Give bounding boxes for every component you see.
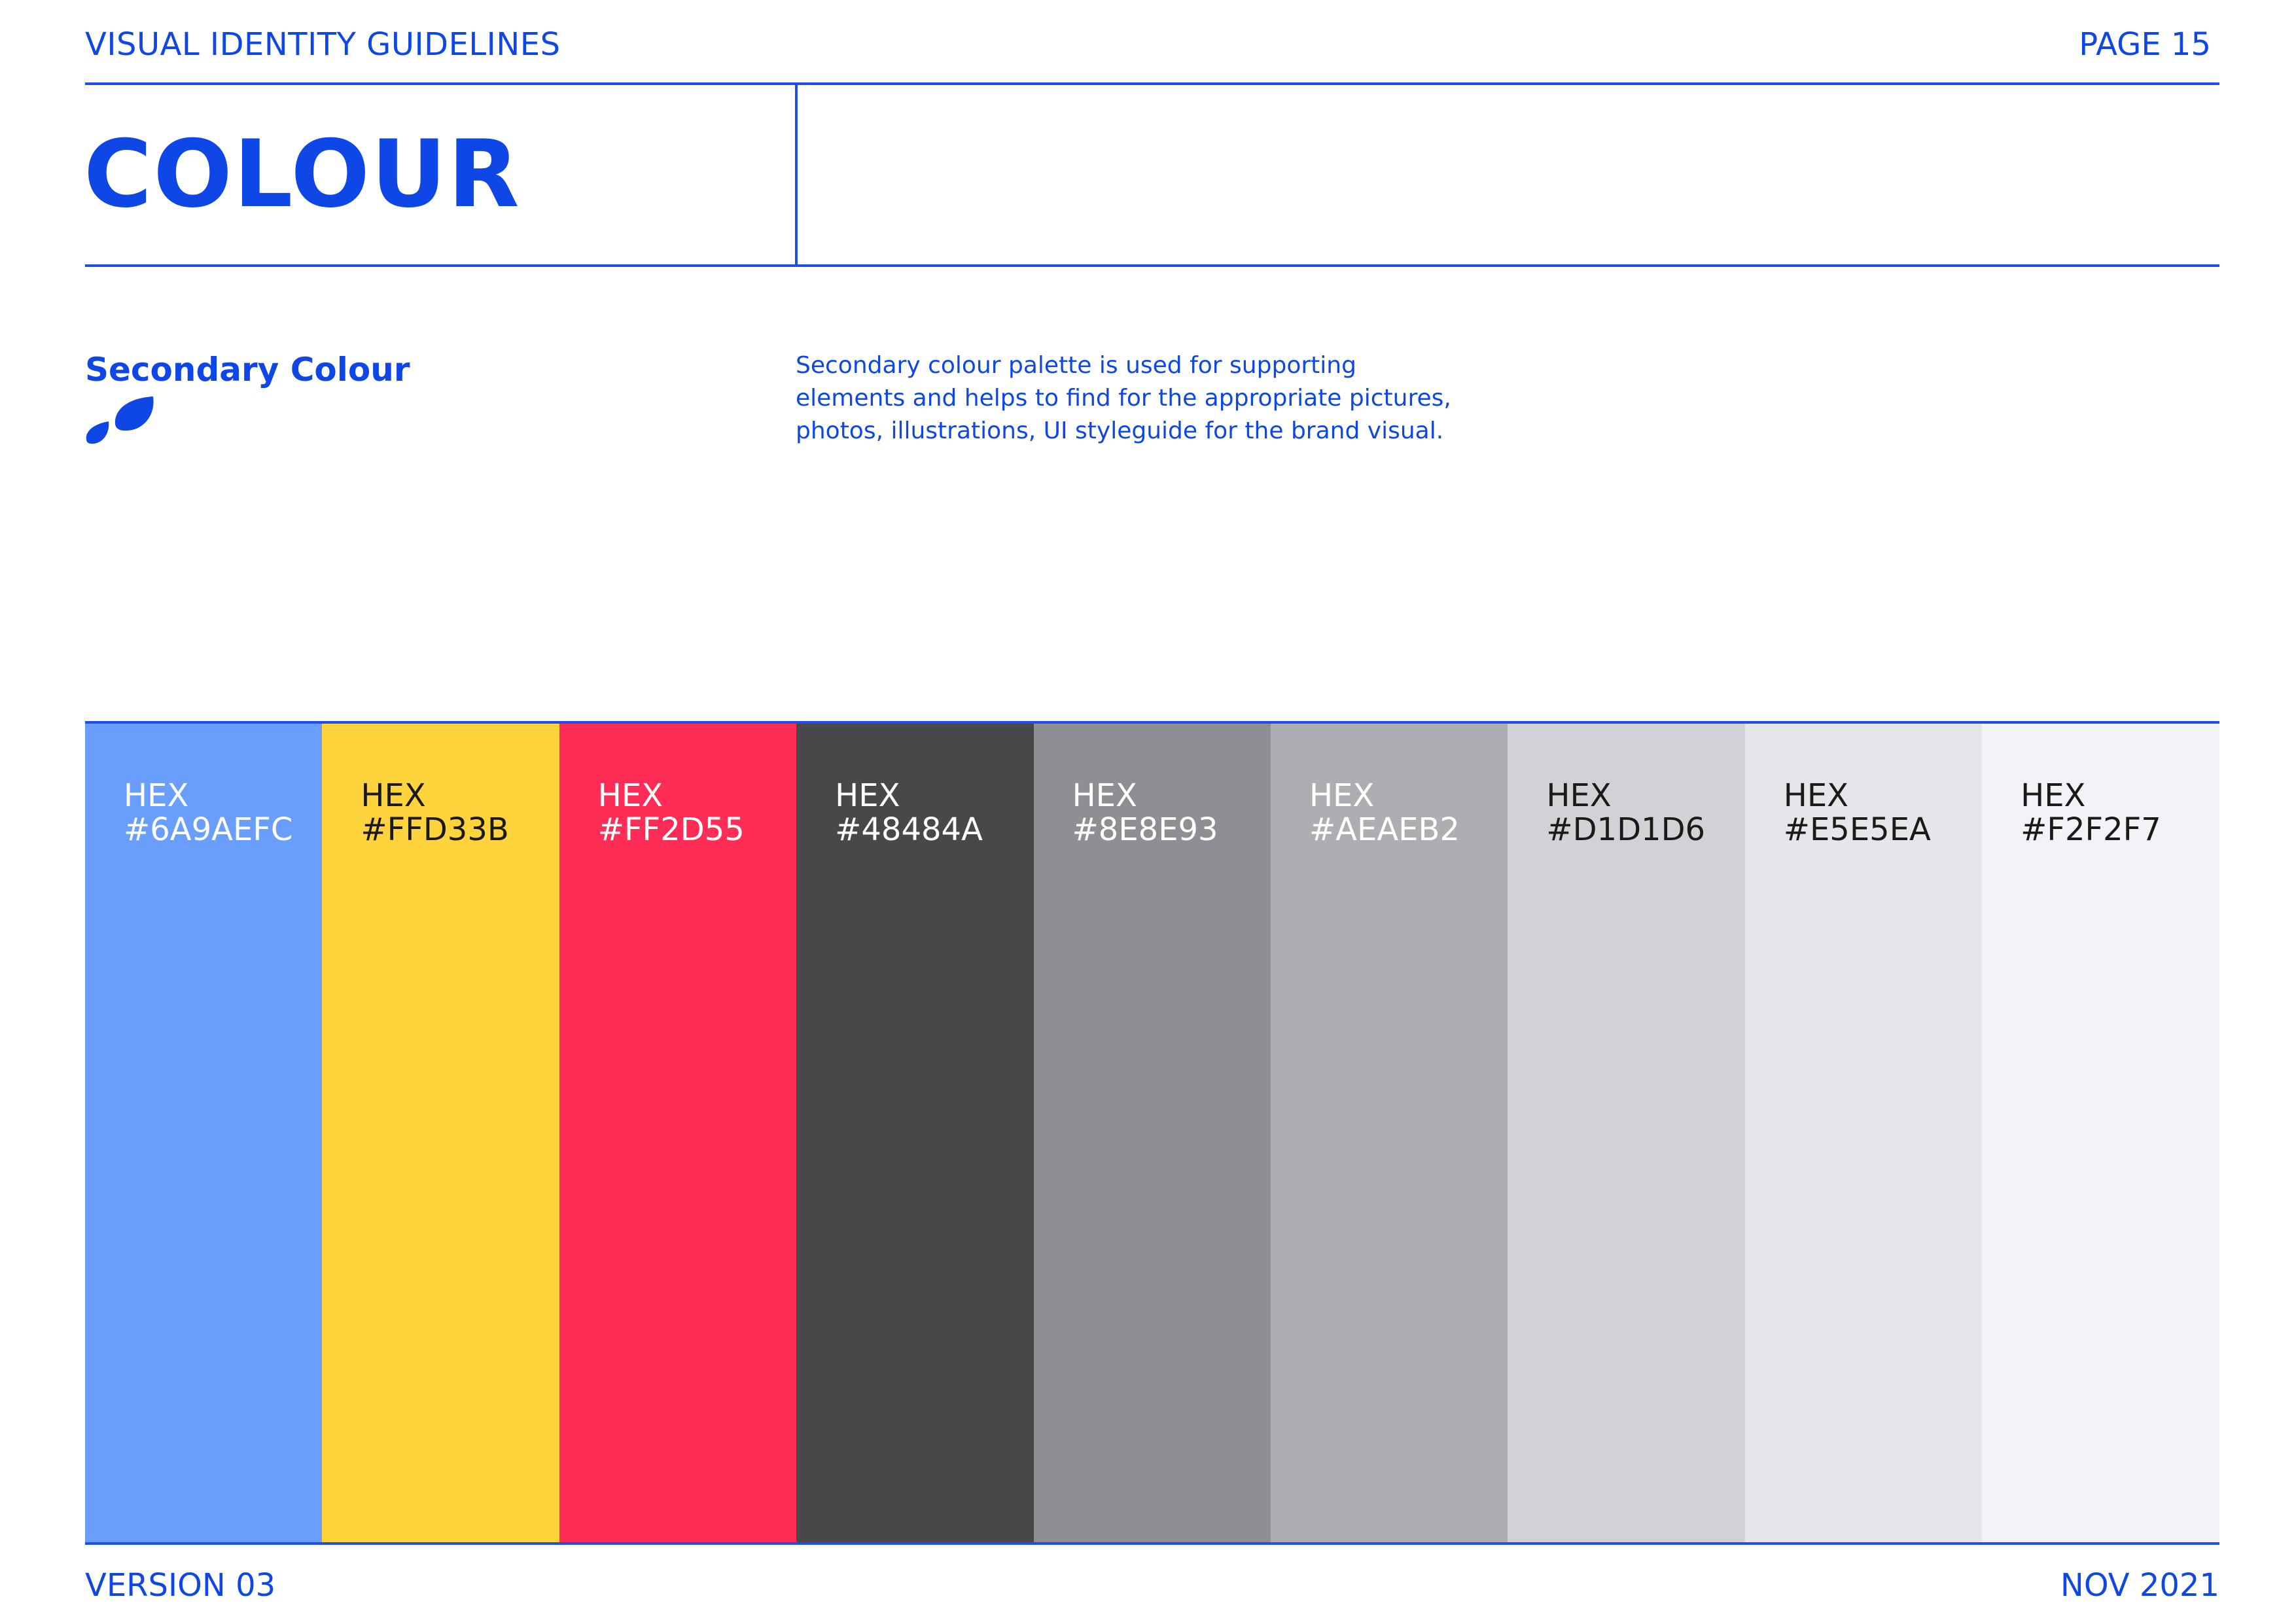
swatch-label: HEX #F2F2F7 [2021,779,2161,847]
swatch-label: HEX #FFD33B [361,779,508,847]
swatch-hex: #6A9AEFC [124,811,293,848]
swatch-label: HEX #FF2D55 [598,779,745,847]
swatch-label: HEX #AEAEB2 [1309,779,1460,847]
date-label: NOV 2021 [2060,1567,2219,1604]
swatch-format: HEX [835,777,900,814]
swatch-label: HEX #8E8E93 [1072,779,1218,847]
palette-bottom-divider [85,1542,2219,1545]
description-line: Secondary colour palette is used for sup… [796,352,1356,379]
swatch-format: HEX [1546,777,1612,814]
swatch-format: HEX [1783,777,1849,814]
swatch-format: HEX [1072,777,1137,814]
swatch-hex: #D1D1D6 [1546,811,1706,848]
swatch-label: HEX #6A9AEFC [124,779,292,847]
swatch-format: HEX [1309,777,1375,814]
page-title: COLOUR [84,120,521,228]
swatch-format: HEX [361,777,426,814]
swatch-hex: #FF2D55 [597,811,745,848]
colour-swatch: HEX #FF2D55 [559,724,797,1542]
description-line: photos, illustrations, UI styleguide for… [796,417,1444,444]
guideline-page: VISUAL IDENTITY GUIDELINES PAGE 15 COLOU… [0,0,2296,1624]
swatch-hex: #F2F2F7 [2021,811,2161,848]
swatch-label: HEX #48484A [835,779,983,847]
swatch-format: HEX [124,777,189,814]
swatch-label: HEX #D1D1D6 [1546,779,1705,847]
section-description: Secondary colour palette is used for sup… [796,349,1515,448]
document-title: VISUAL IDENTITY GUIDELINES [85,26,561,63]
colour-swatch: HEX #AEAEB2 [1270,724,1508,1542]
swatch-hex: #48484A [835,811,983,848]
colour-palette: HEX #6A9AEFC HEX #FFD33B HEX #FF2D55 HEX… [85,724,2219,1542]
swatch-label: HEX #E5E5EA [1784,779,1931,847]
colour-swatch: HEX #D1D1D6 [1508,724,1745,1542]
swatch-format: HEX [597,777,663,814]
swatch-hex: #FFD33B [361,811,509,848]
swatch-format: HEX [2021,777,2086,814]
swatch-hex: #AEAEB2 [1309,811,1460,848]
page-number: PAGE 15 [2079,26,2211,63]
colour-swatch: HEX #8E8E93 [1033,724,1271,1542]
two-drops-icon [86,397,154,444]
version-label: VERSION 03 [85,1567,276,1604]
description-line: elements and helps to find for the appro… [796,385,1451,412]
section-heading: Secondary Colour [85,351,410,389]
colour-swatch: HEX #E5E5EA [1744,724,1983,1542]
swatch-hex: #8E8E93 [1072,811,1218,848]
small-drop-shape [86,421,109,444]
colour-swatch: HEX #F2F2F7 [1982,724,2219,1542]
large-drop-shape [115,397,154,431]
colour-swatch: HEX #FFD33B [322,724,559,1542]
colour-swatch: HEX #48484A [796,724,1034,1542]
title-bottom-divider [85,264,2219,267]
title-divider [795,84,798,267]
colour-swatch: HEX #6A9AEFC [85,724,323,1542]
top-divider [85,82,2219,85]
swatch-hex: #E5E5EA [1783,811,1931,848]
